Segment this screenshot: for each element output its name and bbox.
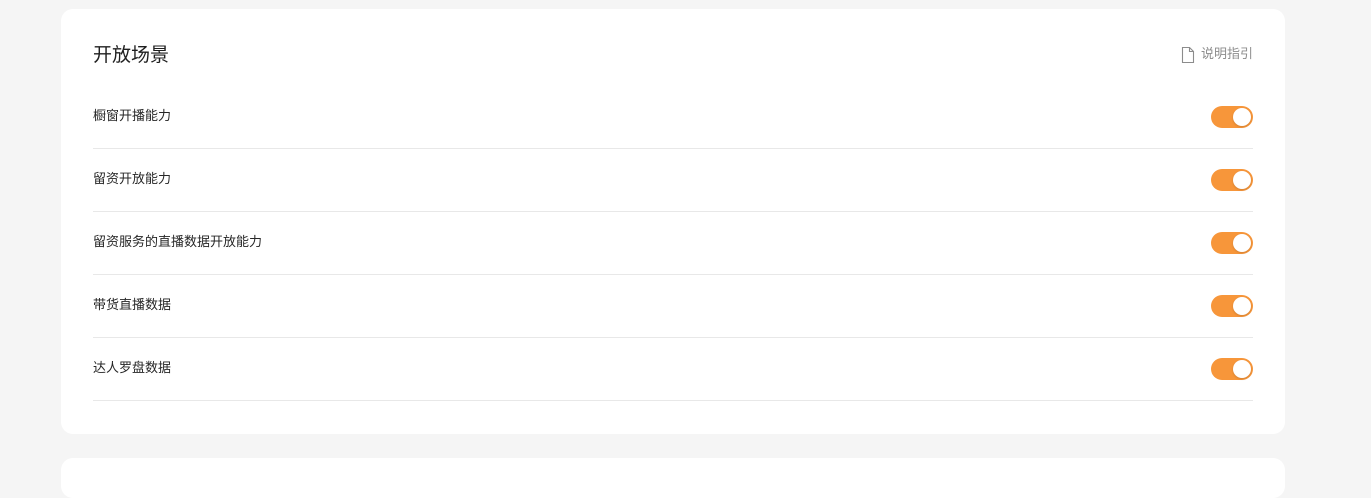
- scenario-toggle[interactable]: [1211, 106, 1253, 128]
- scenario-row: 留资开放能力: [93, 149, 1253, 212]
- scenario-toggle[interactable]: [1211, 358, 1253, 380]
- toggle-knob: [1233, 171, 1251, 189]
- scenario-label: 留资开放能力: [93, 172, 172, 187]
- section-title: 开放场景: [93, 44, 170, 66]
- scenario-label: 留资服务的直播数据开放能力: [93, 235, 263, 250]
- guide-link[interactable]: 说明指引: [1181, 46, 1253, 64]
- scenario-row: 留资服务的直播数据开放能力: [93, 212, 1253, 275]
- scenario-list: 橱窗开播能力 留资开放能力 留资服务的直播数据开放能力 带货直播数据 达人罗盘数…: [93, 86, 1253, 401]
- document-icon: [1181, 47, 1195, 63]
- scenario-label: 达人罗盘数据: [93, 361, 172, 376]
- open-scenarios-card: 开放场景 说明指引 橱窗开播能力 留资开放能力 留资服务的直播数据开放能力 带货…: [61, 9, 1285, 434]
- next-card: [61, 458, 1285, 498]
- guide-label: 说明指引: [1200, 47, 1253, 62]
- toggle-knob: [1233, 297, 1251, 315]
- scenario-toggle[interactable]: [1211, 295, 1253, 317]
- scenario-label: 带货直播数据: [93, 298, 172, 313]
- scenario-row: 达人罗盘数据: [93, 338, 1253, 401]
- toggle-knob: [1233, 360, 1251, 378]
- scenario-toggle[interactable]: [1211, 232, 1253, 254]
- toggle-knob: [1233, 108, 1251, 126]
- scenario-toggle[interactable]: [1211, 169, 1253, 191]
- scenario-row: 带货直播数据: [93, 275, 1253, 338]
- toggle-knob: [1233, 234, 1251, 252]
- scenario-row: 橱窗开播能力: [93, 86, 1253, 149]
- scenario-label: 橱窗开播能力: [93, 109, 172, 124]
